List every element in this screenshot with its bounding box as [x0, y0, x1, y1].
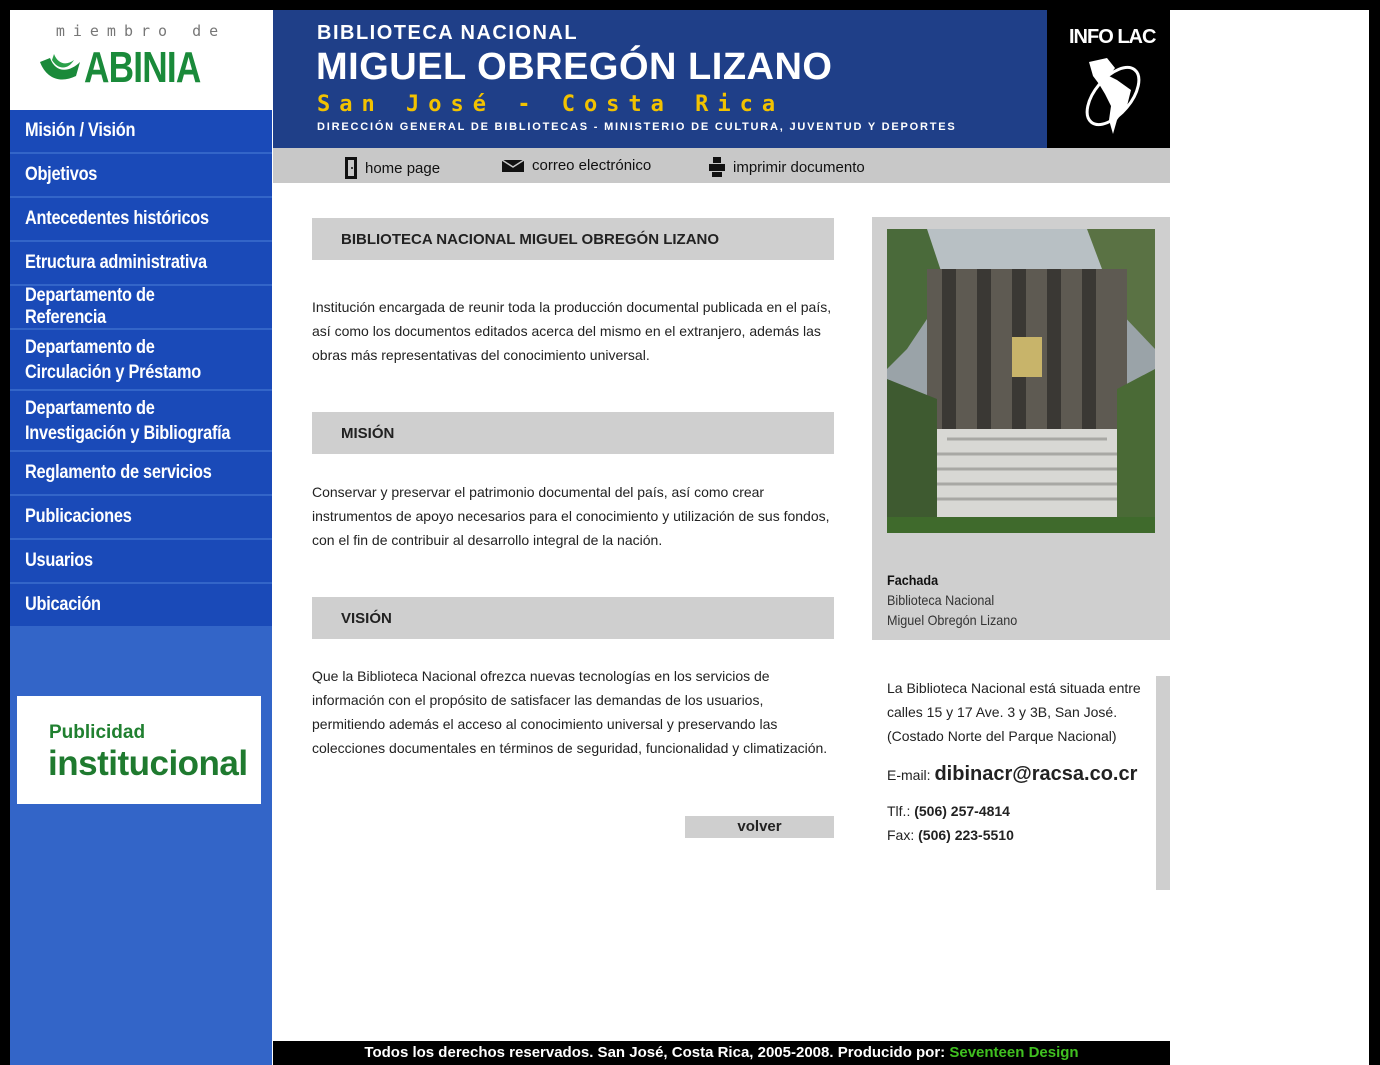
sidebar-item-usuarios[interactable]: Usuarios [10, 540, 272, 584]
sidebar-item-label: Misión / Visión [25, 120, 136, 141]
email-label: E-mail: [887, 767, 931, 783]
infolac-label: INFO LAC [1069, 26, 1156, 48]
vision-text: Que la Biblioteca Nacional ofrezca nueva… [312, 668, 828, 756]
fax-number: (506) 223-5510 [918, 827, 1014, 843]
sidebar-item-mision-vision[interactable]: Misión / Visión [10, 110, 272, 154]
print-label: imprimir documento [733, 158, 865, 176]
site-header: BIBLIOTECA NACIONAL MIGUEL OBREGÓN LIZAN… [273, 10, 1170, 148]
header-title: MIGUEL OBREGÓN LIZANO [316, 46, 833, 88]
fax-label: Fax: [887, 827, 915, 843]
section-title-biblioteca: BIBLIOTECA NACIONAL MIGUEL OBREGÓN LIZAN… [312, 218, 834, 260]
email-address[interactable]: dibinacr@racsa.co.cr [934, 763, 1137, 785]
infolac-logo[interactable]: INFO LAC [1047, 10, 1170, 148]
envelope-icon [502, 159, 524, 172]
sidebar-item-label: Publicaciones [25, 506, 132, 527]
sidebar-item-label: Objetivos [25, 164, 98, 185]
sidebar-nav: Misión / Visión Objetivos Antecedentes h… [10, 110, 272, 628]
contact-side-bar [1156, 676, 1170, 890]
sidebar-item-circulacion[interactable]: Departamento de Circulación y Préstamo [10, 330, 272, 391]
toolbar: home page correo electrónico imprimir do… [273, 148, 1170, 183]
sidebar-item-objetivos[interactable]: Objetivos [10, 154, 272, 198]
mision-text: Conservar y preservar el patrimonio docu… [312, 484, 830, 548]
email-link[interactable]: correo electrónico [502, 157, 651, 174]
sidebar-item-estructura[interactable]: Etructura administrativa [10, 242, 272, 286]
printer-icon [709, 157, 725, 177]
home-page-label: home page [365, 159, 441, 177]
home-page-link[interactable]: home page [345, 157, 440, 179]
sidebar-item-label: Etructura administrativa [25, 252, 207, 273]
abinia-logo: ABINIA [36, 46, 230, 90]
abinia-logo-box[interactable]: miembro de ABINIA [10, 10, 272, 110]
phone-row: Tlf.: (506) 257-4814 [887, 799, 1147, 823]
intro-text: Institución encargada de reunir toda la … [312, 299, 832, 363]
phone-number: (506) 257-4814 [914, 803, 1010, 819]
sidebar-item-referencia[interactable]: Departamento de Referencia [10, 285, 272, 330]
fax-row: Fax: (506) 223-5510 [887, 823, 1147, 847]
sidebar: miembro de ABINIA Misión / Visión Objeti… [10, 10, 272, 1065]
abinia-member-text: miembro de [55, 22, 227, 40]
sidebar-item-reglamento[interactable]: Reglamento de servicios [10, 452, 272, 496]
sidebar-item-label: Departamento de Investigación y Bibliogr… [25, 397, 231, 444]
photo-panel: Fachada Biblioteca Nacional Miguel Obreg… [872, 217, 1170, 640]
header-subtitle: DIRECCIÓN GENERAL DE BIBLIOTECAS - MINIS… [317, 121, 957, 133]
contact-info: La Biblioteca Nacional está situada entr… [887, 676, 1147, 847]
phone-label: Tlf.: [887, 803, 911, 819]
sidebar-item-investigacion[interactable]: Departamento de Investigación y Bibliogr… [10, 391, 272, 452]
footer-credit-link[interactable]: Seventeen Design [949, 1044, 1078, 1061]
sidebar-item-antecedentes[interactable]: Antecedentes históricos [10, 198, 272, 242]
sidebar-item-ubicacion[interactable]: Ubicación [10, 584, 272, 628]
header-location: San José - Costa Rica [317, 92, 785, 117]
publicidad-institucional-banner[interactable]: Publicidad institucional [17, 696, 261, 804]
section-title-mision: MISIÓN [312, 412, 834, 454]
door-icon [345, 157, 357, 179]
sidebar-item-label: Antecedentes históricos [25, 208, 209, 229]
print-link[interactable]: imprimir documento [709, 157, 865, 177]
caption-line2: Biblioteca Nacional [887, 592, 995, 608]
americas-globe-icon [1085, 58, 1141, 134]
caption-line3: Miguel Obregón Lizano [887, 612, 1018, 628]
sidebar-item-label: Departamento de Circulación y Préstamo [25, 336, 201, 383]
photo-caption: Fachada Biblioteca Nacional Miguel Obreg… [887, 570, 1017, 630]
section-title-vision: VISIÓN [312, 597, 834, 639]
page-right-border [1369, 10, 1370, 1065]
caption-line1: Fachada [887, 572, 939, 588]
abinia-leaf-icon [40, 54, 80, 80]
footer-text: Todos los derechos reservados. San José,… [364, 1044, 946, 1061]
footer: Todos los derechos reservados. San José,… [273, 1041, 1170, 1065]
sidebar-item-label: Departamento de Referencia [25, 285, 155, 328]
library-facade-photo [887, 229, 1155, 533]
header-line1: BIBLIOTECA NACIONAL [317, 22, 579, 44]
sidebar-item-publicaciones[interactable]: Publicaciones [10, 496, 272, 540]
sidebar-item-label: Reglamento de servicios [25, 462, 212, 483]
promo-line1: Publicidad [49, 722, 146, 743]
email-row: E-mail: dibinacr@racsa.co.cr [887, 762, 1147, 787]
page-frame: miembro de ABINIA Misión / Visión Objeti… [10, 10, 1370, 1065]
abinia-wordmark: ABINIA [84, 43, 201, 92]
sidebar-item-label: Ubicación [25, 594, 101, 615]
volver-button[interactable]: volver [685, 816, 834, 838]
address-text: La Biblioteca Nacional está situada entr… [887, 680, 1141, 744]
email-label: correo electrónico [532, 157, 652, 174]
promo-line2: institucional [48, 744, 248, 783]
sidebar-item-label: Usuarios [25, 550, 93, 571]
